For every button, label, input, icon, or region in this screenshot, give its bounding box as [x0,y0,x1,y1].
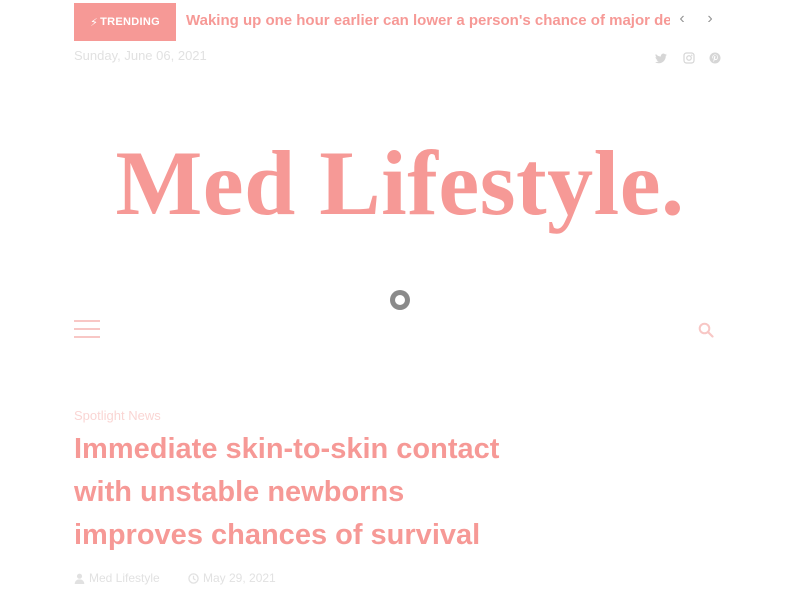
clock-icon [188,572,199,584]
article-author[interactable]: Med Lifestyle [74,571,160,585]
article-date-text: May 29, 2021 [203,571,276,585]
twitter-icon[interactable] [654,51,668,65]
search-icon[interactable] [698,322,714,338]
trending-badge: ⚡ TRENDING [74,3,176,41]
menu-toggle-button[interactable] [74,320,100,338]
pinterest-icon[interactable] [708,51,722,65]
current-date: Sunday, June 06, 2021 [74,48,207,63]
article-date: May 29, 2021 [188,571,276,585]
user-icon [74,573,85,584]
author-name: Med Lifestyle [89,571,160,585]
article-title: Immediate skin-to-skin contact with unst… [74,433,500,551]
hamburger-line [74,320,100,322]
trending-ticker-link[interactable]: Waking up one hour earlier can lower a p… [186,12,670,32]
hamburger-line [74,336,100,338]
article-category-link[interactable]: Spotlight News [74,408,161,423]
trending-label: TRENDING [100,16,160,28]
instagram-icon[interactable] [682,51,696,65]
ticker-prev-button[interactable]: ‹ [674,10,690,28]
page: ⚡ TRENDING Waking up one hour earlier ca… [0,0,800,600]
hamburger-line [74,328,100,330]
bolt-icon: ⚡ [90,16,99,29]
site-logo[interactable]: Med Lifestyle. [0,130,800,236]
loading-spinner-icon [390,290,410,310]
ticker-next-button[interactable]: › [702,10,718,28]
